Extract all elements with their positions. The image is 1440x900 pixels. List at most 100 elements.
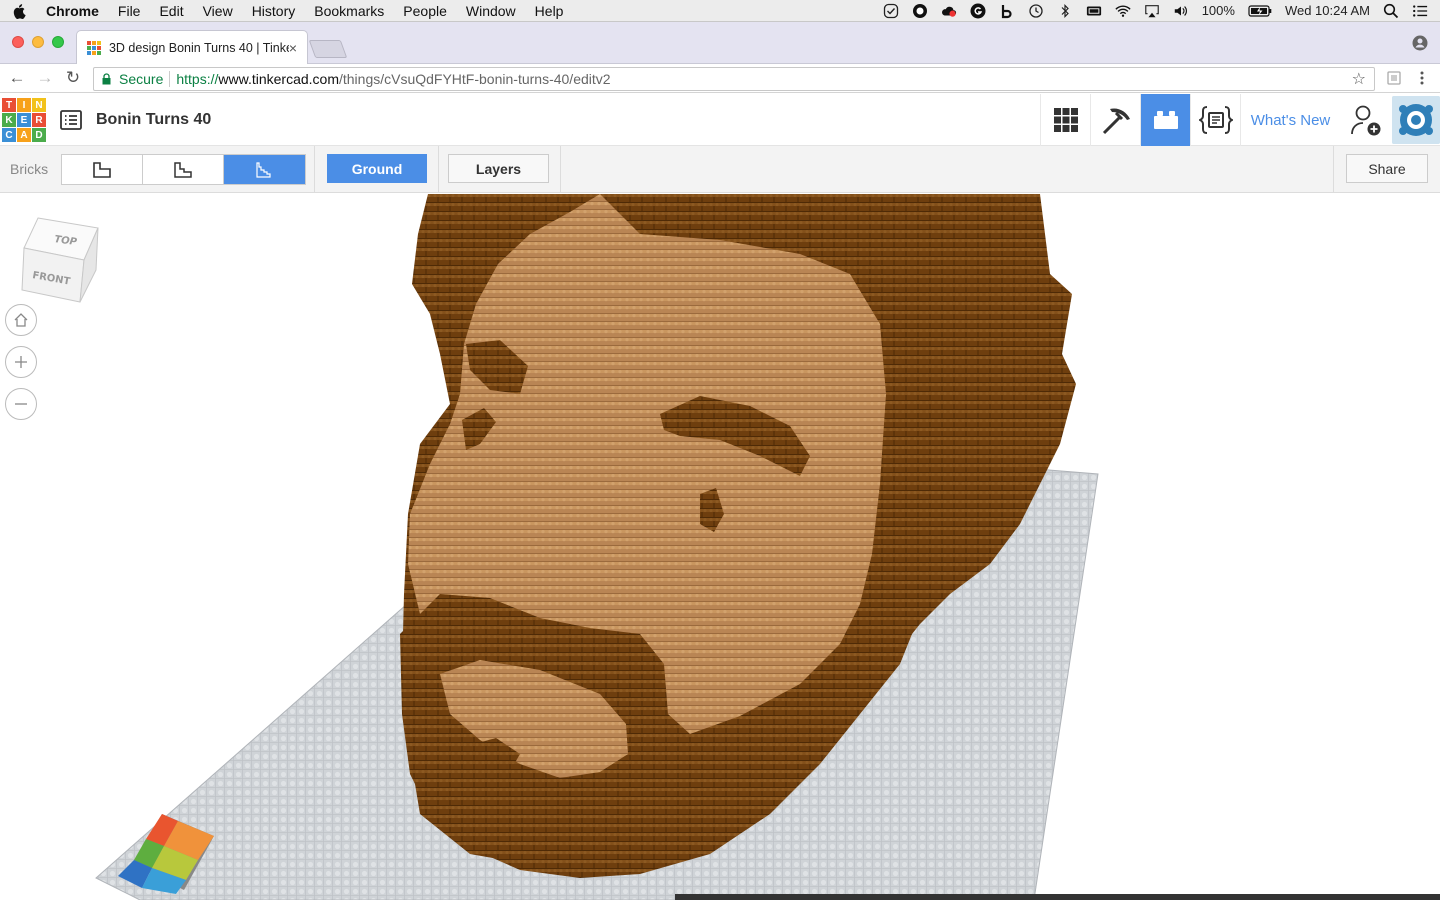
toolbar-divider <box>560 146 561 193</box>
battery-icon[interactable] <box>1248 3 1272 19</box>
wifi-icon[interactable] <box>1115 3 1131 19</box>
window-zoom-button[interactable] <box>52 36 64 48</box>
logo-letter: D <box>32 128 46 142</box>
plus-icon <box>15 356 27 368</box>
tab-close-icon[interactable]: × <box>289 40 297 56</box>
logo-letter: E <box>17 113 31 127</box>
chrome-menu-icon[interactable] <box>1414 70 1430 86</box>
tinkercad-header: T I N K E R C A D Bonin Turns 40 What's … <box>0 94 1440 146</box>
toolbar-divider <box>438 146 439 193</box>
grid-icon <box>1053 108 1078 132</box>
view-cube[interactable]: TOP FRONT <box>18 214 102 304</box>
logo-letter: R <box>32 113 46 127</box>
editor-view-switcher <box>1040 94 1240 146</box>
logo-letter: T <box>2 98 16 112</box>
bricks-view-button[interactable] <box>1140 94 1190 146</box>
ground-button[interactable]: Ground <box>327 154 427 183</box>
logo-letter: C <box>2 128 16 142</box>
battery-percent[interactable]: 100% <box>1202 3 1235 18</box>
browser-toolbar: ← → ↻ Secure https:// www.tinkercad.com … <box>0 64 1440 93</box>
cloud-sync-icon[interactable] <box>941 3 957 19</box>
logo-letter: A <box>17 128 31 142</box>
window-close-button[interactable] <box>12 36 24 48</box>
logo-letter: K <box>2 113 16 127</box>
home-view-button[interactable] <box>5 304 37 336</box>
avatar-image <box>1392 96 1440 144</box>
home-icon <box>14 313 28 327</box>
menu-history[interactable]: History <box>252 3 296 19</box>
tinkercad-favicon-icon <box>87 40 101 55</box>
browser-profile-icon[interactable] <box>1412 35 1428 51</box>
url-path: /things/cVsuQdFYHtF-bonin-turns-40/editv… <box>338 71 611 87</box>
new-tab-button[interactable] <box>308 40 348 58</box>
b-letter-icon[interactable] <box>999 3 1015 19</box>
brick-model-viewport[interactable] <box>0 194 1440 900</box>
menu-file[interactable]: File <box>118 3 141 19</box>
browser-tabstrip: 3D design Bonin Turns 40 | Tinkercad × <box>0 22 1440 64</box>
logo-letter: I <box>17 98 31 112</box>
omnibox-divider <box>169 71 171 87</box>
secure-label: Secure <box>119 71 164 87</box>
logo-letter: N <box>32 98 46 112</box>
time-machine-icon[interactable] <box>1028 3 1044 19</box>
browser-tab-active[interactable]: 3D design Bonin Turns 40 | Tinkercad × <box>76 30 308 64</box>
menu-window[interactable]: Window <box>466 3 516 19</box>
url-host: www.tinkercad.com <box>218 71 339 87</box>
menu-help[interactable]: Help <box>535 3 564 19</box>
record-icon[interactable] <box>912 3 928 19</box>
codeblocks-view-button[interactable] <box>1190 94 1240 146</box>
editor-toolbar: Bricks Ground Layers Share <box>0 146 1440 193</box>
checkmark-circle-icon[interactable] <box>883 3 899 19</box>
menu-people[interactable]: People <box>403 3 447 19</box>
3d-view-button[interactable] <box>1040 94 1090 146</box>
layers-button[interactable]: Layers <box>448 154 549 183</box>
extension-icon[interactable] <box>1386 70 1402 86</box>
grammarly-icon[interactable] <box>970 3 986 19</box>
volume-icon[interactable] <box>1173 3 1189 19</box>
forward-arrow-icon[interactable]: → <box>36 69 54 87</box>
brick-icon <box>1153 111 1178 129</box>
address-bar[interactable]: Secure https:// www.tinkercad.com /thing… <box>93 67 1375 91</box>
bluetooth-icon[interactable] <box>1057 3 1073 19</box>
design-title[interactable]: Bonin Turns 40 <box>96 111 211 129</box>
spotlight-search-icon[interactable] <box>1383 3 1399 19</box>
notification-center-icon[interactable] <box>1412 3 1428 19</box>
macos-menubar: Chrome File Edit View History Bookmarks … <box>0 0 1440 22</box>
bricks-label: Bricks <box>10 161 49 177</box>
menubar-clock[interactable]: Wed 10:24 AM <box>1285 3 1370 18</box>
bookmark-star-icon[interactable]: ☆ <box>1352 69 1366 89</box>
share-button[interactable]: Share <box>1346 154 1428 183</box>
brick-size-medium-button[interactable] <box>143 155 224 184</box>
toolbar-divider <box>314 146 315 193</box>
menu-edit[interactable]: Edit <box>159 3 183 19</box>
zoom-in-button[interactable] <box>5 346 37 378</box>
menu-app-name[interactable]: Chrome <box>46 3 99 19</box>
design-list-icon[interactable] <box>60 110 82 130</box>
brick-size-small-button[interactable] <box>224 155 305 184</box>
reload-icon[interactable]: ↻ <box>64 69 82 87</box>
zoom-out-button[interactable] <box>5 388 37 420</box>
apple-icon[interactable] <box>12 3 28 19</box>
tab-title: 3D design Bonin Turns 40 | Tinkercad <box>108 40 289 55</box>
brick-size-group <box>61 154 306 185</box>
url-scheme: https:// <box>176 71 219 87</box>
airplay-icon[interactable] <box>1144 3 1160 19</box>
whats-new-link[interactable]: What's New <box>1240 94 1340 146</box>
code-braces-icon <box>1198 106 1233 134</box>
small-brick-icon <box>255 161 271 178</box>
blocks-view-button[interactable] <box>1090 94 1140 146</box>
toolbar-divider <box>1333 146 1334 193</box>
add-user-icon[interactable] <box>1344 102 1384 138</box>
window-minimize-button[interactable] <box>32 36 44 48</box>
medium-brick-icon <box>174 161 192 178</box>
3d-workplane[interactable]: TOP FRONT <box>0 194 1440 900</box>
dock-strip <box>675 894 1440 900</box>
user-avatar[interactable] <box>1392 96 1440 144</box>
back-arrow-icon[interactable]: ← <box>8 69 26 87</box>
minus-icon <box>15 403 27 405</box>
brick-size-large-button[interactable] <box>62 155 143 184</box>
menu-view[interactable]: View <box>203 3 233 19</box>
tinkercad-logo[interactable]: T I N K E R C A D <box>2 98 46 142</box>
menu-bookmarks[interactable]: Bookmarks <box>314 3 384 19</box>
keyboard-battery-icon[interactable] <box>1086 3 1102 19</box>
